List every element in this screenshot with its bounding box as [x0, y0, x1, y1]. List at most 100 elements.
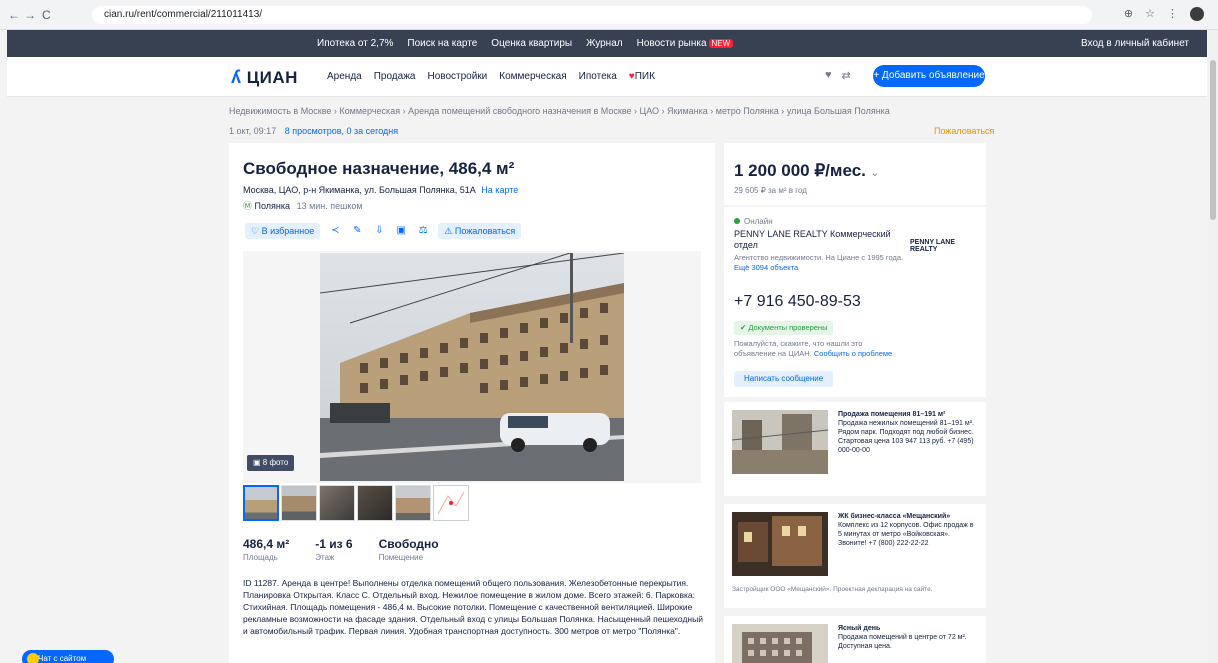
header-icons: ♥ ⇄	[825, 69, 851, 82]
forward-icon[interactable]: →	[24, 8, 36, 22]
thumbnail[interactable]	[281, 485, 317, 521]
complain-link[interactable]: Пожаловаться	[934, 126, 994, 136]
star-icon[interactable]: ☆	[1145, 7, 1155, 21]
ad-text: ЖК бизнес-класса «Мещанский» Комплекс из…	[838, 512, 978, 548]
favorite-label: В избранное	[261, 226, 315, 236]
share-icon[interactable]: ≺	[328, 224, 342, 238]
profile-avatar-icon[interactable]	[1190, 7, 1204, 21]
zoom-icon[interactable]: ⊕	[1124, 7, 1133, 21]
nav-pik[interactable]: ♥ПИК	[629, 71, 655, 82]
phone-number[interactable]: +7 916 450-89-53	[734, 293, 861, 311]
favorite-button[interactable]: ♡ В избранное	[245, 223, 321, 239]
views-link[interactable]: 8 просмотров, 0 за сегодня	[285, 126, 398, 136]
fact-label: Площадь	[243, 553, 278, 562]
ad-image[interactable]	[732, 410, 828, 474]
photo-gallery[interactable]: ▣ 8 фото	[243, 251, 701, 483]
ad-body: Продажа нежилых помещений 81–191 м². Ряд…	[838, 420, 974, 454]
report-problem-link[interactable]: Сообщить о проблеме	[814, 349, 892, 358]
metro-station[interactable]: Полянка	[255, 201, 291, 211]
scrollbar-thumb[interactable]	[1210, 60, 1216, 220]
print-icon[interactable]: ▣	[394, 224, 408, 238]
listing-address: Москва, ЦАО, р-н Якиманка, ул. Большая П…	[243, 185, 518, 195]
on-map-link[interactable]: На карте	[481, 185, 518, 195]
listing-date: 1 окт, 09:17	[229, 126, 277, 136]
nav-mortgage[interactable]: Ипотека	[579, 71, 617, 82]
listing-actions: ♡ В избранное ≺ ✎ ⇩ ▣ ⚖ ⚠ Пожаловаться	[245, 223, 522, 239]
utility-link-news-label: Новости рынка	[636, 38, 707, 49]
agent-more-link[interactable]: Ещё 3094 объекта	[734, 263, 904, 273]
ad-image[interactable]	[732, 512, 828, 576]
listing-meta: 1 окт, 09:17 8 просмотров, 0 за сегодня	[229, 126, 398, 136]
utility-link-mortgage[interactable]: Ипотека от 2,7%	[317, 38, 393, 49]
ad-image[interactable]	[732, 624, 828, 663]
ad-text: Продажа помещения 81–191 м² Продажа нежи…	[838, 410, 978, 455]
menu-dots-icon[interactable]: ⋮	[1167, 7, 1178, 21]
agent-info-text: Агентство недвижимости. На Циане с 1995 …	[734, 253, 904, 262]
agent-name[interactable]: PENNY LANE REALTY Коммерческий отдел	[734, 229, 904, 251]
thumbnail[interactable]	[357, 485, 393, 521]
online-status: Онлайн	[734, 217, 773, 226]
add-listing-button[interactable]: + Добавить объявление	[873, 65, 985, 87]
listing-description: ID 11287. Аренда в центре! Выполнены отд…	[243, 578, 703, 636]
thumbnail[interactable]	[395, 485, 431, 521]
page-scrollbar[interactable]	[1208, 30, 1218, 663]
utility-links: Ипотека от 2,7% Поиск на карте Оценка кв…	[317, 38, 734, 49]
breadcrumb[interactable]: Недвижимость в Москве › Коммерческая › А…	[229, 106, 890, 116]
ad-text: Ясный день Продажа помещений в центре от…	[838, 624, 978, 651]
thumbnail[interactable]	[319, 485, 355, 521]
cian-logo[interactable]: ʎ ЦИАН	[231, 67, 298, 88]
ad-card[interactable]: Продажа помещения 81–191 м² Продажа нежи…	[724, 402, 986, 496]
browser-toolbar: ← → C cian.ru/rent/commercial/211011413/…	[0, 0, 1218, 30]
write-message-button[interactable]: Написать сообщение	[734, 371, 834, 387]
photo-count-label: 8 фото	[262, 458, 289, 467]
verified-label: Документы проверены	[748, 323, 828, 332]
address-bar[interactable]: cian.ru/rent/commercial/211011413/	[92, 6, 1092, 24]
utility-link-news[interactable]: Новости рынка NEW	[637, 38, 734, 49]
reload-icon[interactable]: C	[42, 8, 51, 22]
ad-title[interactable]: Продажа помещения 81–191 м²	[838, 410, 978, 419]
photo-count-badge[interactable]: ▣ 8 фото	[247, 455, 295, 471]
nav-sale[interactable]: Продажа	[374, 71, 416, 82]
metro-time: 13 мин. пешком	[296, 201, 363, 211]
top-utility-bar: Ипотека от 2,7% Поиск на карте Оценка кв…	[7, 30, 1207, 57]
fact-value: -1 из 6	[315, 537, 353, 551]
nav-pik-label: ПИК	[634, 71, 655, 82]
agent-logo[interactable]: PENNY LANE REALTY	[910, 239, 976, 253]
online-dot-icon	[734, 218, 740, 224]
utility-link-journal[interactable]: Журнал	[586, 38, 623, 49]
report-button[interactable]: ⚠ Пожаловаться	[438, 223, 522, 239]
metro-info: Ⓜ Полянка 13 мин. пешком	[243, 199, 363, 212]
back-icon[interactable]: ←	[8, 8, 20, 22]
compare-icon[interactable]: ⇄	[842, 69, 851, 82]
new-badge: NEW	[708, 39, 734, 48]
ad-card[interactable]: Ясный день Продажа помещений в центре от…	[724, 616, 986, 663]
agent-info: Агентство недвижимости. На Циане с 1995 …	[734, 253, 904, 272]
ad-card[interactable]: ЖК бизнес-класса «Мещанский» Комплекс из…	[724, 504, 986, 608]
fact-status: Свободно Помещение	[379, 537, 439, 562]
nav-rent[interactable]: Аренда	[327, 71, 362, 82]
metro-icon: Ⓜ	[243, 201, 253, 211]
favorites-icon[interactable]: ♥	[825, 69, 832, 82]
utility-link-map-search[interactable]: Поиск на карте	[407, 38, 477, 49]
ad-title[interactable]: Ясный день	[838, 624, 978, 633]
price: 1 200 000 ₽/мес. ⌄	[734, 161, 879, 181]
agent-note: Пожалуйста, скажите, что нашли это объяв…	[734, 339, 904, 358]
nav-commercial[interactable]: Коммерческая	[499, 71, 566, 82]
edit-icon[interactable]: ✎	[350, 224, 364, 238]
nav-newbuilds[interactable]: Новостройки	[427, 71, 487, 82]
download-icon[interactable]: ⇩	[372, 224, 386, 238]
address-text: Москва, ЦАО, р-н Якиманка, ул. Большая П…	[243, 185, 476, 195]
chevron-down-icon[interactable]: ⌄	[871, 168, 879, 179]
fact-value: Свободно	[378, 537, 439, 551]
compare-icon[interactable]: ⚖	[416, 224, 430, 238]
main-photo[interactable]	[320, 253, 624, 481]
fact-value: 486,4 м²	[243, 537, 290, 551]
page-title: Свободное назначение, 486,4 м²	[243, 159, 515, 178]
browser-extensions: ⊕ ☆ ⋮	[1124, 7, 1204, 21]
thumbnail[interactable]	[243, 485, 279, 521]
login-link[interactable]: Вход в личный кабинет	[1081, 38, 1189, 49]
map-thumbnail[interactable]	[433, 485, 469, 521]
ad-title[interactable]: ЖК бизнес-класса «Мещанский»	[838, 512, 978, 521]
chat-button[interactable]: Чат с сайтом	[22, 650, 114, 663]
utility-link-valuation[interactable]: Оценка квартиры	[491, 38, 572, 49]
